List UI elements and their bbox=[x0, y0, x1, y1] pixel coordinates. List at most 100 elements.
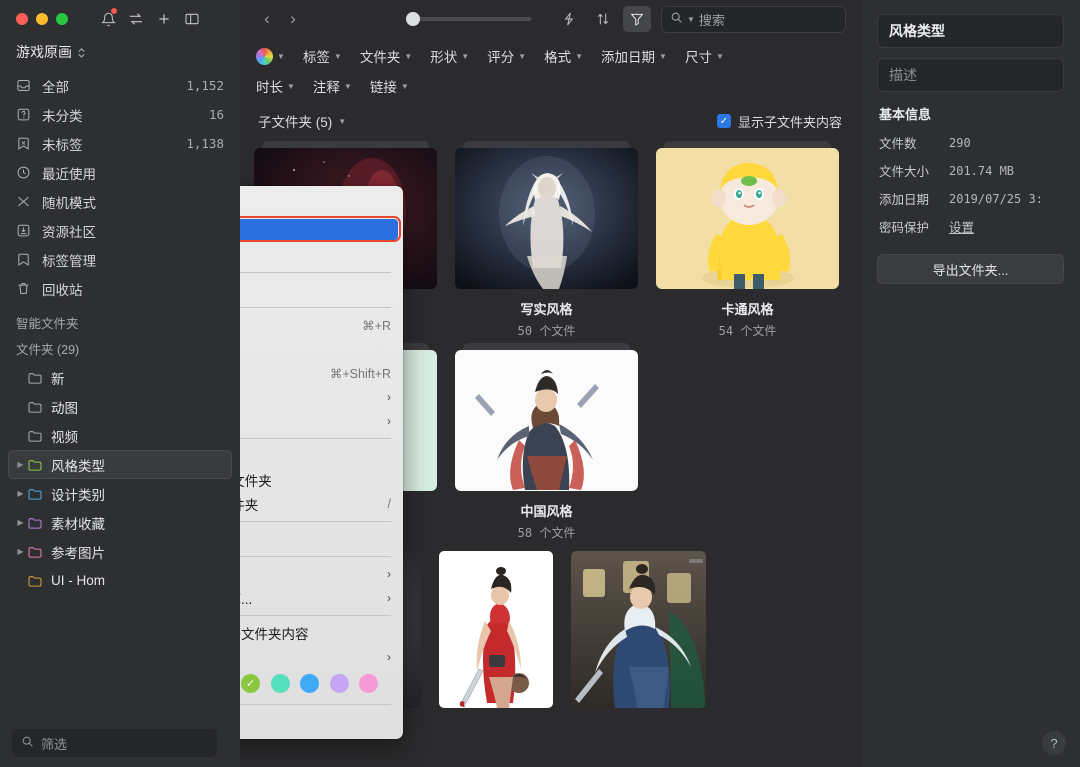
plus-icon[interactable] bbox=[150, 6, 178, 32]
photo-blue-swordswoman[interactable] bbox=[571, 551, 706, 708]
panel-icon[interactable] bbox=[178, 6, 206, 32]
folder-description-input[interactable]: 描述 bbox=[877, 58, 1064, 92]
color-swatch-purple[interactable] bbox=[329, 674, 349, 693]
sidebar-item-community[interactable]: 资源社区 bbox=[8, 216, 232, 245]
lightning-icon[interactable] bbox=[555, 6, 583, 32]
filter-tags[interactable]: 标签 ▼ bbox=[301, 43, 344, 69]
inbox-icon bbox=[16, 78, 38, 93]
folder-card[interactable]: 写实风格 50 个文件 bbox=[455, 141, 638, 339]
maximize-button[interactable] bbox=[56, 13, 68, 25]
menu-item-arrange[interactable]: 排列 › bbox=[240, 409, 403, 433]
menu-item-move-folder[interactable]: 移动文件夹 (M) bbox=[240, 243, 403, 267]
menu-item-highlight[interactable]: 新增子文件夹 (S) bbox=[240, 218, 398, 240]
folder-tree-item-ui-home[interactable]: UI - Hom bbox=[8, 566, 232, 595]
folder-name-input[interactable]: 风格类型 bbox=[877, 14, 1064, 48]
export-folder-button[interactable]: 导出文件夹... bbox=[877, 254, 1064, 284]
menu-item-toggle-all-folders[interactable]: 展开/收起所有文件夹 / bbox=[240, 492, 403, 516]
password-settings-link[interactable]: 设置 bbox=[949, 217, 974, 236]
close-button[interactable] bbox=[16, 13, 28, 25]
menu-item-delete-folder[interactable] bbox=[240, 710, 403, 734]
disclosure-triangle-icon[interactable]: ▶ bbox=[14, 518, 27, 527]
context-menu[interactable]: 新增文件夹 (N) 新增子文件夹 (S) 移动文件夹 (M) 添加至“快速访问”… bbox=[240, 186, 403, 739]
filter-folders[interactable]: 文件夹 ▼ bbox=[358, 43, 414, 69]
filter-label: 格式 bbox=[544, 50, 572, 65]
sort-icon[interactable] bbox=[589, 6, 617, 32]
menu-item-rename[interactable]: 重命名 (R) ⌘+R bbox=[240, 313, 403, 337]
sidebar-filter-input[interactable]: 筛选 bbox=[12, 729, 217, 757]
sync-icon[interactable] bbox=[122, 6, 150, 32]
disclosure-triangle-icon[interactable]: ▶ bbox=[14, 547, 27, 556]
menu-item-folder-icon[interactable]: 文件夹图标 › bbox=[240, 645, 403, 669]
library-selector[interactable]: 游戏原画 bbox=[0, 38, 240, 71]
sidebar-item-untagged[interactable]: 未标签 1,138 bbox=[8, 129, 232, 158]
disclosure-triangle-icon[interactable]: ▶ bbox=[14, 460, 27, 469]
show-subfolder-content-toggle[interactable]: ✓ 显示子文件夹内容 bbox=[716, 112, 842, 131]
back-button[interactable]: ‹ bbox=[254, 6, 280, 32]
help-button[interactable]: ? bbox=[1042, 731, 1066, 755]
folder-tree-item-gif[interactable]: 动图 bbox=[8, 392, 232, 421]
folder-tree-item-new[interactable]: 新 bbox=[8, 363, 232, 392]
menu-item-add-to-quick-access[interactable]: 添加至“快速访问” bbox=[240, 278, 403, 302]
folders-header: 文件夹 (29) bbox=[16, 343, 80, 357]
filter-size[interactable]: 尺寸 ▼ bbox=[683, 43, 726, 69]
filter-format[interactable]: 格式 ▼ bbox=[542, 43, 585, 69]
chevron-down-icon[interactable]: ▼ bbox=[338, 117, 346, 126]
color-swatch-green-selected[interactable]: ✓ bbox=[241, 674, 260, 693]
checkbox-checked-icon[interactable]: ✓ bbox=[716, 114, 731, 128]
photo-red-dress-assassin[interactable] bbox=[439, 551, 553, 708]
chevron-down-icon[interactable]: ▼ bbox=[687, 15, 695, 24]
filter-color[interactable]: ▼ bbox=[254, 43, 287, 69]
filter-rating[interactable]: 评分 ▼ bbox=[485, 43, 528, 69]
menu-item-show-subfolder-content-in-parent[interactable]: ✔ 在父文件夹显示子文件夹内容 bbox=[240, 621, 403, 645]
filter-shape[interactable]: 形状 ▼ bbox=[428, 43, 471, 69]
filter-link[interactable]: 链接 ▼ bbox=[368, 73, 411, 99]
color-swatch-mint[interactable] bbox=[270, 674, 290, 693]
chevron-updown-icon bbox=[77, 46, 86, 59]
disclosure-triangle-icon[interactable]: ▶ bbox=[14, 489, 27, 498]
menu-item-clone[interactable]: 克隆 bbox=[240, 527, 403, 551]
filter-icon[interactable] bbox=[623, 6, 651, 32]
filter-label: 时长 bbox=[256, 80, 283, 95]
menu-item-copy-link[interactable]: 复制链接 bbox=[240, 337, 403, 361]
color-swatch-blue[interactable] bbox=[300, 674, 319, 693]
menu-item-new-folder[interactable]: 新增文件夹 (N) bbox=[240, 191, 403, 215]
chevron-down-icon: ▼ bbox=[400, 81, 409, 91]
sidebar-item-all[interactable]: 全部 1,152 bbox=[8, 71, 232, 100]
menu-item-set-auto-tag[interactable]: 设置自动标签 (A) ⌘+Shift+R bbox=[240, 361, 403, 385]
folder-card[interactable]: 中国风格 58 个文件 bbox=[455, 343, 638, 541]
folder-card-title: 写实风格 bbox=[520, 302, 573, 317]
zoom-slider[interactable] bbox=[406, 12, 531, 26]
zoom-slider-knob[interactable] bbox=[406, 12, 420, 26]
zoom-slider-track[interactable] bbox=[406, 12, 531, 26]
forward-button[interactable]: › bbox=[280, 6, 306, 32]
menu-separator bbox=[240, 272, 391, 273]
folder-tree-item-style-type[interactable]: ▶ 风格类型 bbox=[8, 450, 232, 479]
folder-card[interactable]: 卡通风格 54 个文件 bbox=[656, 141, 839, 339]
sidebar-item-tag-manager[interactable]: 标签管理 bbox=[8, 245, 232, 274]
folder-tree-item-label: 动图 bbox=[51, 400, 78, 416]
subfolder-title-group[interactable]: 子文件夹 (5) ▼ bbox=[258, 111, 346, 131]
sidebar-item-trash[interactable]: 回收站 bbox=[8, 274, 232, 303]
sidebar-item-recent[interactable]: 最近使用 bbox=[8, 158, 232, 187]
sidebar-item-random[interactable]: 随机模式 bbox=[8, 187, 232, 216]
menu-item-new-subfolder[interactable]: 新增子文件夹 (S) bbox=[240, 215, 403, 243]
bell-icon[interactable] bbox=[94, 6, 122, 32]
menu-item-password-protect[interactable]: 密码保护 › bbox=[240, 385, 403, 409]
color-swatch-pink[interactable] bbox=[359, 674, 378, 693]
filter-duration[interactable]: 时长 ▼ bbox=[254, 73, 297, 99]
sidebar-item-label: 未分类 bbox=[42, 108, 83, 124]
minimize-button[interactable] bbox=[36, 13, 48, 25]
folder-tree-item-material-collection[interactable]: ▶ 素材收藏 bbox=[8, 508, 232, 537]
menu-item-toggle-folder[interactable]: 展开/收起文件夹 bbox=[240, 444, 403, 468]
menu-item-export-files[interactable]: 导出文件... › bbox=[240, 562, 403, 586]
filter-annotation[interactable]: 注释 ▼ bbox=[311, 73, 354, 99]
search-input[interactable]: ▼ 搜索 bbox=[661, 5, 846, 33]
folder-tree: 新 动图 视频 ▶ 风格类型 ▶ 设计类别 ▶ 素材收藏 ▶ 参考图片 UI -… bbox=[0, 363, 240, 595]
filter-date-added[interactable]: 添加日期 ▼ bbox=[599, 43, 669, 69]
menu-item-add-to-other-library[interactable]: 添加至其它资源库... › bbox=[240, 586, 403, 610]
folder-tree-item-design-category[interactable]: ▶ 设计类别 bbox=[8, 479, 232, 508]
folder-tree-item-video[interactable]: 视频 bbox=[8, 421, 232, 450]
sidebar-item-uncategorized[interactable]: 未分类 16 bbox=[8, 100, 232, 129]
menu-item-toggle-sibling-folders[interactable]: 展开/收起同阶层文件夹 bbox=[240, 468, 403, 492]
folder-tree-item-reference-images[interactable]: ▶ 参考图片 bbox=[8, 537, 232, 566]
